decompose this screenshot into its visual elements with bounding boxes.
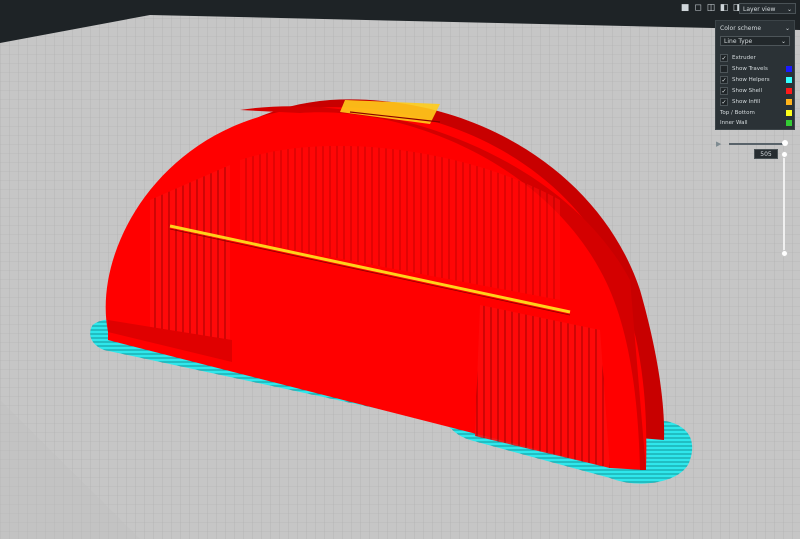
checkbox-helpers[interactable]: ✓ bbox=[720, 76, 728, 84]
chevron-down-icon: ⌄ bbox=[786, 6, 792, 13]
scheme-value: Line Type bbox=[724, 38, 753, 45]
legend-label: Show Shell bbox=[732, 88, 763, 94]
legend-label: Extruder bbox=[732, 55, 756, 61]
color-scheme-label: Color scheme bbox=[720, 25, 762, 32]
view-controls: ■ ◻ ◫ ◧ ◨ bbox=[680, 3, 742, 13]
color-scheme-select[interactable]: Line Type ⌄ bbox=[720, 36, 790, 46]
legend-row-travels[interactable]: Show Travels bbox=[720, 64, 792, 74]
inner-wall-swatch bbox=[786, 120, 792, 126]
legend-label: Top / Bottom bbox=[720, 110, 755, 116]
legend-row-shell[interactable]: ✓ Show Shell bbox=[720, 86, 792, 96]
travels-swatch bbox=[786, 66, 792, 72]
path-slider-handle[interactable] bbox=[782, 140, 788, 146]
color-scheme-panel: Color scheme ⌄ Line Type ⌄ ✓ Extruder Sh… bbox=[715, 20, 795, 130]
legend-row-helpers[interactable]: ✓ Show Helpers bbox=[720, 75, 792, 85]
layer-number-field[interactable]: 505 bbox=[754, 149, 778, 159]
legend-row-extruder[interactable]: ✓ Extruder bbox=[720, 53, 792, 63]
play-icon[interactable]: ▶ bbox=[716, 140, 721, 148]
top-bottom-swatch bbox=[786, 110, 792, 116]
view-3d-icon[interactable]: ■ bbox=[680, 3, 690, 13]
checkbox-travels[interactable] bbox=[720, 65, 728, 73]
layer-slider-bottom-handle[interactable] bbox=[781, 250, 788, 257]
layer-slider-track[interactable] bbox=[783, 154, 785, 254]
checkbox-infill[interactable]: ✓ bbox=[720, 98, 728, 106]
legend-label: Show Travels bbox=[732, 66, 768, 72]
legend-row-inner-wall: Inner Wall bbox=[720, 118, 792, 128]
view-top-icon[interactable]: ◫ bbox=[706, 3, 716, 13]
infill-swatch bbox=[786, 99, 792, 105]
legend-label: Inner Wall bbox=[720, 120, 748, 126]
checkbox-shell[interactable]: ✓ bbox=[720, 87, 728, 95]
view-left-icon[interactable]: ◧ bbox=[719, 3, 729, 13]
helpers-swatch bbox=[786, 77, 792, 83]
layer-slider-top-handle[interactable] bbox=[781, 151, 788, 158]
legend-label: Show Infill bbox=[732, 99, 761, 105]
collapse-chevron-icon[interactable]: ⌄ bbox=[785, 25, 790, 32]
view-mode-label: Layer view bbox=[743, 6, 776, 13]
legend-row-top-bottom: Top / Bottom bbox=[720, 108, 792, 118]
view-mode-dropdown[interactable]: Layer view ⌄ bbox=[739, 3, 796, 14]
chevron-down-icon: ⌄ bbox=[780, 38, 786, 45]
path-slider-track[interactable] bbox=[729, 143, 787, 145]
shell-swatch bbox=[786, 88, 792, 94]
checkbox-extruder[interactable]: ✓ bbox=[720, 54, 728, 62]
legend-label: Show Helpers bbox=[732, 77, 770, 83]
view-front-icon[interactable]: ◻ bbox=[693, 3, 703, 13]
3d-viewport[interactable] bbox=[0, 0, 800, 539]
legend-row-infill[interactable]: ✓ Show Infill bbox=[720, 97, 792, 107]
layer-number: 505 bbox=[760, 151, 772, 158]
